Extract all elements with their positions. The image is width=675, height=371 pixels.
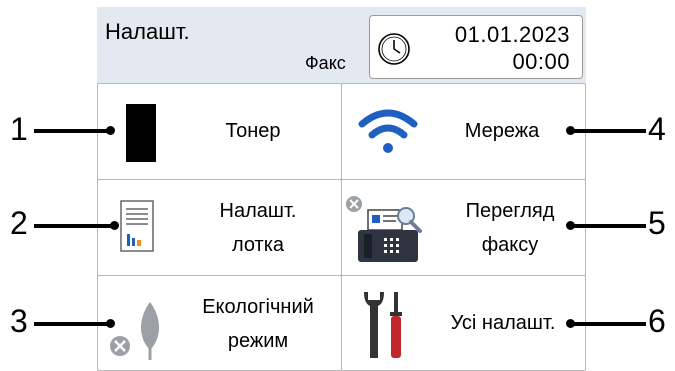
callout-4: 4 <box>648 111 666 147</box>
callout-3: 3 <box>10 303 28 339</box>
tile-fax-label-line1: Перегляд <box>465 200 555 222</box>
tile-eco-label-line1: Екологічний <box>202 296 314 318</box>
callout-dot-3 <box>106 319 115 328</box>
tools-icon <box>364 292 402 358</box>
tile-toner-label: Тонер <box>225 120 281 142</box>
callout-6: 6 <box>648 303 666 339</box>
tile-fax-preview[interactable]: Перегляд факсу <box>341 179 586 276</box>
toner-cartridge-icon <box>126 104 156 162</box>
fax-preview-icon <box>346 196 422 262</box>
tile-eco-mode[interactable]: Екологічний режим <box>97 275 342 371</box>
clock-icon <box>378 33 410 65</box>
tile-tray-settings[interactable]: Налашт. лотка <box>97 179 342 276</box>
callout-line-3 <box>34 322 110 326</box>
mode-label: Факс <box>305 53 346 73</box>
tile-all-settings-label: Усі налашт. <box>450 312 556 334</box>
callout-line-5 <box>570 224 646 228</box>
callout-dot-1 <box>106 126 115 135</box>
callout-2: 2 <box>10 205 28 241</box>
tray-settings-icon <box>120 200 154 252</box>
callout-line-4 <box>570 129 646 133</box>
callout-1: 1 <box>10 111 28 147</box>
menu-grid: Тонер Мережа Налашт. лотка Перегляд факс… <box>97 83 586 371</box>
tile-tray-label-line1: Налашт. <box>219 200 297 222</box>
tile-fax-label-line2: факсу <box>481 234 539 256</box>
page-title: Налашт. <box>105 19 190 44</box>
callout-5: 5 <box>648 205 666 241</box>
tile-all-settings[interactable]: Усі налашт. <box>341 275 586 371</box>
callout-line-2 <box>34 224 114 228</box>
date-time-button[interactable]: 01.01.2023 00:00 <box>369 15 583 79</box>
callout-line-6 <box>570 322 646 326</box>
wifi-icon <box>358 109 418 153</box>
callout-line-1 <box>34 129 110 133</box>
eco-mode-icon <box>110 302 159 360</box>
printer-touchscreen: Налашт. Факс 01.01.2023 00:00 Тонер Мере… <box>97 7 586 371</box>
header-bar: Налашт. Факс 01.01.2023 00:00 <box>97 7 586 83</box>
tile-eco-label-line2: режим <box>227 330 289 352</box>
tile-tray-label-line2: лотка <box>231 234 285 256</box>
date-text: 01.01.2023 <box>454 22 570 47</box>
tile-toner[interactable]: Тонер <box>97 83 342 180</box>
callout-dot-2 <box>110 221 119 230</box>
tile-network-label: Мережа <box>464 120 540 142</box>
tile-network[interactable]: Мережа <box>341 83 586 180</box>
time-text: 00:00 <box>512 49 570 74</box>
